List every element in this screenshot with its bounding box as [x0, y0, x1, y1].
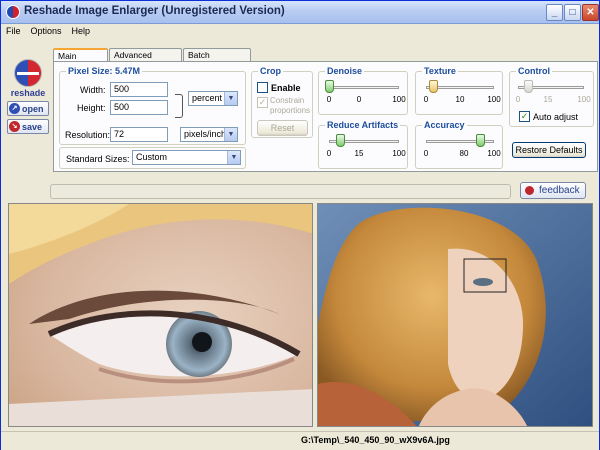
resolution-input[interactable]: 72	[110, 127, 168, 142]
tab-batch-processing[interactable]: Batch Processing	[183, 48, 251, 72]
accuracy-group: Accuracy 0 80 100	[415, 120, 503, 169]
chevron-down-icon: ▼	[227, 151, 240, 164]
pixel-size-title: Pixel Size: 5.47M	[66, 66, 143, 76]
constrain-proportions-label: Constrain proportions	[270, 96, 311, 115]
tick-value: 15	[543, 95, 553, 104]
control-slider[interactable]: 0 15 100	[516, 80, 591, 104]
main-options-panel: Pixel Size: 5.47M Width: 500 Height: 500…	[53, 61, 598, 172]
menu-help[interactable]: Help	[67, 24, 96, 39]
menu-bar: File Options Help	[1, 24, 599, 39]
crop-reset-button[interactable]: Reset	[257, 120, 308, 136]
tick-min: 0	[423, 95, 429, 104]
slider-thumb[interactable]	[325, 80, 334, 93]
reduce-artifacts-group: Reduce Artifacts 0 15 100	[318, 120, 408, 169]
restore-defaults-button[interactable]: Restore Defaults	[512, 142, 586, 158]
resolution-label: Resolution:	[65, 130, 111, 140]
chevron-down-icon: ▼	[224, 92, 237, 105]
control-title: Control	[516, 66, 552, 76]
ladybug-icon	[525, 186, 534, 195]
control-group: Control 0 15 100 ✓ Auto adjust	[509, 66, 594, 127]
reshade-logo-icon	[14, 59, 42, 87]
crop-enable-checkbox[interactable]	[257, 82, 268, 93]
original-portrait-image	[318, 204, 592, 426]
title-bar: Reshade Image Enlarger (Unregistered Ver…	[1, 1, 599, 24]
texture-group: Texture 0 10 100	[415, 66, 503, 115]
close-button[interactable]: ✕	[582, 4, 599, 21]
save-label: save	[22, 121, 43, 132]
pixel-size-group: Pixel Size: 5.47M Width: 500 Height: 500…	[59, 66, 246, 145]
save-button[interactable]: ↘ save	[7, 119, 49, 134]
height-label: Height:	[77, 103, 106, 113]
tick-min: 0	[423, 149, 429, 158]
app-window: Reshade Image Enlarger (Unregistered Ver…	[0, 0, 600, 450]
width-label: Width:	[80, 85, 106, 95]
standard-sizes-label: Standard Sizes:	[66, 154, 130, 164]
standard-sizes-select[interactable]: Custom ▼	[132, 150, 241, 165]
denoise-title: Denoise	[325, 66, 365, 76]
enlarged-eye-image	[9, 204, 312, 426]
tick-min: 0	[515, 95, 521, 104]
resolution-unit-value: pixels/inch	[184, 129, 227, 139]
texture-slider[interactable]: 0 10 100	[424, 80, 501, 104]
crop-enable-label: Enable	[271, 83, 301, 93]
feedback-button[interactable]: feedback	[520, 182, 586, 199]
accuracy-title: Accuracy	[422, 120, 467, 130]
crop-title: Crop	[258, 66, 283, 76]
resolution-unit-select[interactable]: pixels/inch ▼	[180, 127, 238, 142]
menu-options[interactable]: Options	[26, 24, 67, 39]
status-file-path: G:\Temp\_540_450_90_wX9v6A.jpg	[301, 435, 450, 445]
open-label: open	[22, 103, 44, 114]
window-title: Reshade Image Enlarger (Unregistered Ver…	[24, 5, 285, 17]
slider-thumb[interactable]	[335, 134, 345, 147]
denoise-group: Denoise 0 0 100	[318, 66, 408, 115]
open-icon: ↗	[9, 103, 20, 114]
standard-sizes-group: Standard Sizes: Custom ▼	[59, 147, 246, 169]
tick-value: 0	[356, 95, 362, 104]
tick-min: 0	[326, 95, 332, 104]
reduce-artifacts-slider[interactable]: 0 15 100	[327, 134, 406, 158]
tab-advanced-options[interactable]: Advanced Options	[109, 48, 182, 72]
standard-sizes-value: Custom	[136, 152, 168, 162]
tick-min: 0	[326, 149, 332, 158]
tick-max: 100	[392, 95, 406, 104]
slider-thumb[interactable]	[523, 80, 533, 93]
tick-max: 100	[577, 95, 591, 104]
width-input[interactable]: 500	[110, 82, 168, 97]
menu-file[interactable]: File	[1, 24, 26, 39]
accuracy-slider[interactable]: 0 80 100	[424, 134, 501, 158]
progress-bar	[50, 184, 511, 199]
tick-value: 10	[455, 95, 465, 104]
slider-thumb[interactable]	[476, 134, 486, 147]
minimize-button[interactable]: _	[546, 4, 563, 21]
tick-max: 100	[487, 149, 501, 158]
chevron-down-icon: ▼	[224, 128, 237, 141]
reduce-artifacts-title: Reduce Artifacts	[325, 120, 401, 130]
tick-max: 100	[487, 95, 501, 104]
sidebar: reshade ↗ open ↘ save	[7, 59, 49, 134]
height-input[interactable]: 500	[110, 100, 168, 115]
constrain-proportions-checkbox[interactable]: ✓	[257, 97, 268, 108]
save-icon: ↘	[9, 121, 20, 132]
open-button[interactable]: ↗ open	[7, 101, 49, 116]
enlarged-preview-pane[interactable]	[8, 203, 313, 427]
tick-value: 15	[354, 149, 364, 158]
auto-adjust-label: Auto adjust	[533, 112, 579, 122]
auto-adjust-checkbox[interactable]: ✓	[519, 111, 530, 122]
logo-text: reshade	[10, 88, 46, 98]
slider-track	[329, 86, 399, 89]
feedback-label: feedback	[539, 185, 580, 196]
size-unit-select[interactable]: percent ▼	[188, 91, 238, 106]
crop-group: Crop Enable ✓ Constrain proportions Rese…	[251, 66, 313, 138]
slider-thumb[interactable]	[428, 80, 438, 93]
app-icon	[6, 5, 20, 19]
original-preview-pane[interactable]	[317, 203, 593, 427]
denoise-slider[interactable]: 0 0 100	[325, 80, 406, 104]
tick-max: 100	[392, 149, 406, 158]
tick-value: 80	[459, 149, 469, 158]
maximize-button[interactable]: □	[564, 4, 581, 21]
chain-link-icon[interactable]	[175, 94, 183, 118]
status-bar: G:\Temp\_540_450_90_wX9v6A.jpg	[1, 431, 599, 450]
texture-title: Texture	[422, 66, 458, 76]
size-unit-value: percent	[192, 93, 223, 103]
